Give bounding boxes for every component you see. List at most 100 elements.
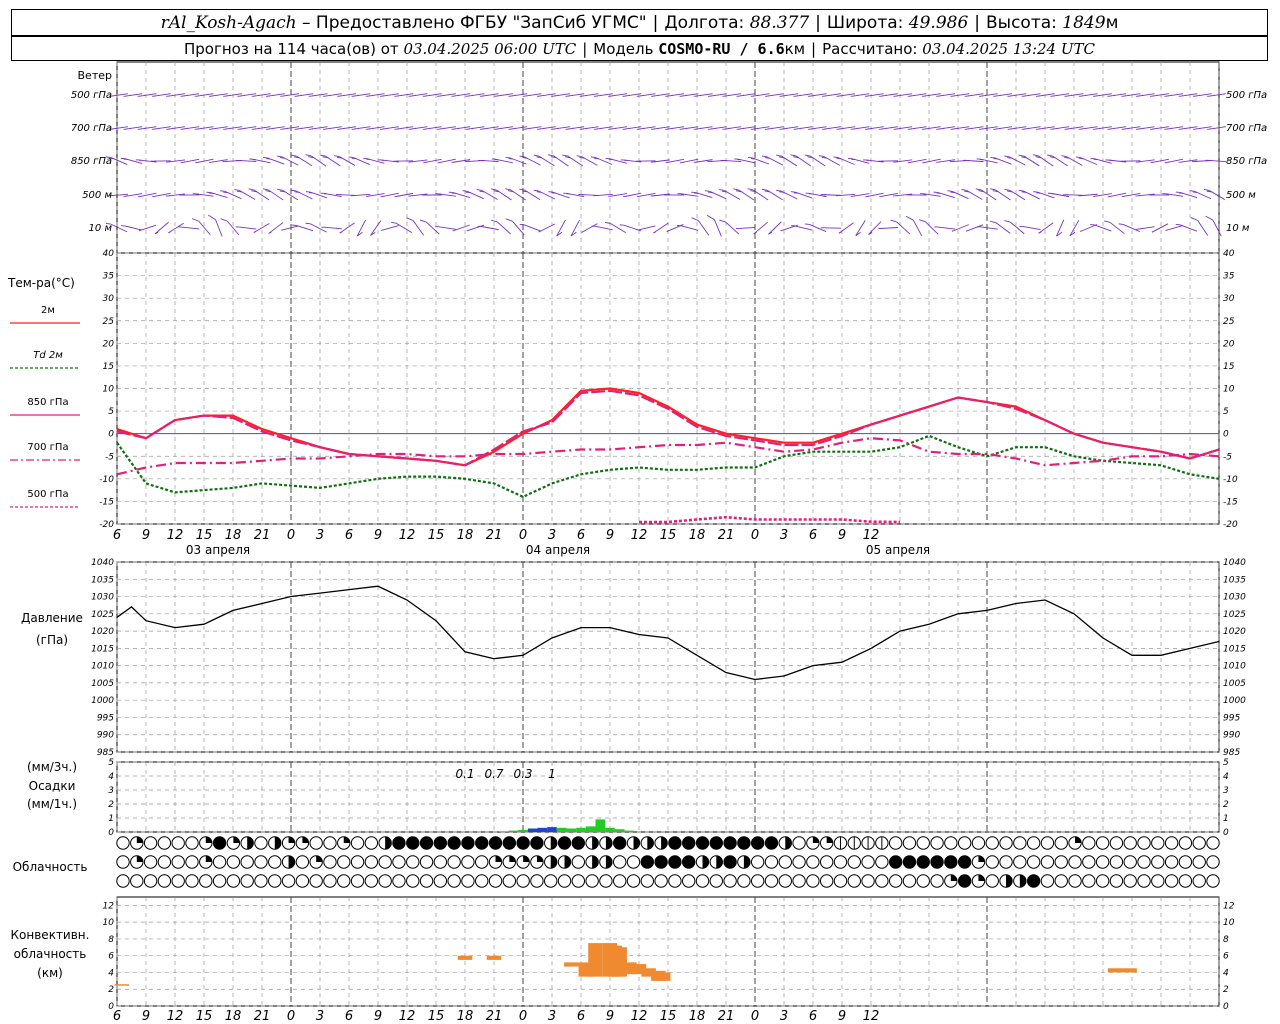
cloud-symbol	[916, 836, 930, 850]
cloud-symbol	[295, 855, 310, 869]
cloud-symbol	[778, 874, 792, 888]
wind-barb-feather	[951, 230, 953, 232]
cloud-symbol	[1206, 855, 1220, 869]
temp-tick-left: 10	[103, 385, 115, 395]
cloud-symbol	[681, 855, 696, 869]
cloud-symbol	[530, 836, 544, 850]
temp-x-tick: 12	[399, 528, 416, 543]
cloud-symbol	[1178, 836, 1193, 850]
temp-tick-left: 20	[103, 339, 115, 349]
precip-bar	[518, 829, 528, 832]
temp-x-tick: 18	[457, 528, 474, 543]
wind-barb-feather	[391, 221, 397, 224]
cloud-symbol-fill	[316, 855, 323, 862]
temp-tick-right: 5	[1223, 407, 1229, 417]
conv-x-tick: 6	[113, 1009, 121, 1024]
cloud-symbol-fill	[205, 836, 212, 843]
wind-barb-feather	[519, 155, 525, 158]
wind-barb	[480, 225, 499, 231]
cloud-symbol	[916, 874, 930, 888]
cloud-symbol	[957, 874, 972, 888]
wind-barb-feather	[581, 231, 584, 233]
wind-barb-feather	[1047, 154, 1053, 157]
cloud-symbol	[502, 874, 517, 888]
cloud-symbol	[709, 836, 723, 850]
cloud-symbol	[419, 836, 434, 850]
cloud-symbol	[1054, 855, 1068, 869]
cloud-symbol	[1206, 874, 1220, 888]
cloud-symbol-fill	[288, 836, 295, 843]
cloud-symbol	[1123, 836, 1137, 850]
cloud-symbol	[888, 855, 903, 869]
wind-barb-feather	[319, 154, 326, 157]
cloud-symbol	[544, 874, 558, 888]
wind-barb	[951, 224, 969, 232]
conv-x-tick: 18	[689, 1009, 706, 1024]
cloud-symbol	[309, 836, 323, 850]
conv-tick-right: 8	[1223, 935, 1229, 945]
wind-barb-feather	[262, 188, 269, 191]
conv-bar	[564, 962, 579, 967]
temp-x-tick: 12	[631, 528, 648, 543]
cloud-symbol	[116, 836, 130, 850]
temp-legend-label: 700 гПа	[27, 442, 68, 453]
cloud-symbol	[447, 855, 461, 869]
pressure-tick-right: 985	[1223, 748, 1240, 758]
precip-3h-label: 1	[548, 767, 556, 781]
wind-barb-feather	[989, 220, 996, 224]
wind-barb-feather	[519, 188, 525, 191]
wind-barb-feather	[1190, 216, 1198, 221]
temp-tick-left: -10	[99, 475, 114, 485]
precip-tick-right: 2	[1223, 800, 1229, 810]
conv-x-tick: 3	[316, 1009, 324, 1024]
cloud-symbol-fill	[950, 874, 958, 881]
cloud-symbol	[792, 855, 806, 869]
wind-barb-feather	[208, 214, 216, 220]
cloud-symbol	[902, 874, 917, 888]
cloud-symbol	[819, 874, 834, 888]
cloud-symbol	[447, 874, 461, 888]
conv-bar	[457, 955, 473, 960]
cloud-symbol	[461, 855, 475, 869]
cloud-symbol	[461, 836, 475, 850]
cloud-symbol	[143, 855, 158, 869]
temp-x-tick: 0	[751, 528, 759, 543]
wind-barb-feather	[961, 189, 967, 191]
date-label: 04 апреля	[526, 543, 590, 557]
temp-x-tick: 18	[225, 528, 242, 543]
cloud-symbol	[902, 855, 917, 869]
wind-barb	[215, 219, 223, 237]
wind-barb-feather	[168, 231, 171, 234]
wind-barb-feather	[253, 231, 256, 233]
wind-barb-feather	[339, 231, 343, 234]
cloud-symbol	[1082, 855, 1096, 869]
conv-tick-left: 12	[103, 901, 115, 911]
wind-barb-feather	[1078, 157, 1084, 160]
cloud-symbol	[764, 874, 779, 888]
wind-barb-feather	[747, 188, 754, 191]
cloud-symbol	[654, 874, 668, 888]
cloud-symbol	[392, 855, 406, 869]
cloud-symbol	[433, 855, 448, 869]
cloud-symbol-fill	[647, 836, 654, 850]
cloud-symbol	[185, 836, 199, 850]
cloud-symbol	[254, 874, 268, 888]
wind-barb-feather	[1004, 220, 1011, 223]
wind-barb-feather	[462, 190, 468, 192]
conv-x-tick: 21	[718, 1009, 735, 1024]
wind-barb-feather	[707, 191, 713, 194]
conv-x-tick: 3	[548, 1009, 556, 1024]
convective-bars	[114, 943, 1137, 986]
temp-tick-right: 30	[1223, 294, 1235, 304]
cloud-symbol	[778, 855, 792, 869]
cloud-panel-title: Облачность	[13, 860, 88, 874]
cloud-symbol	[433, 836, 448, 850]
cloud-symbol	[930, 836, 944, 850]
wind-barb-feather	[268, 231, 272, 234]
cloud-symbol-fill	[509, 855, 516, 862]
wind-barb-feather	[761, 155, 768, 158]
wind-barb	[725, 221, 740, 235]
cloud-symbol	[930, 855, 944, 869]
cloud-symbol	[309, 874, 323, 888]
precip-bar	[537, 827, 548, 832]
